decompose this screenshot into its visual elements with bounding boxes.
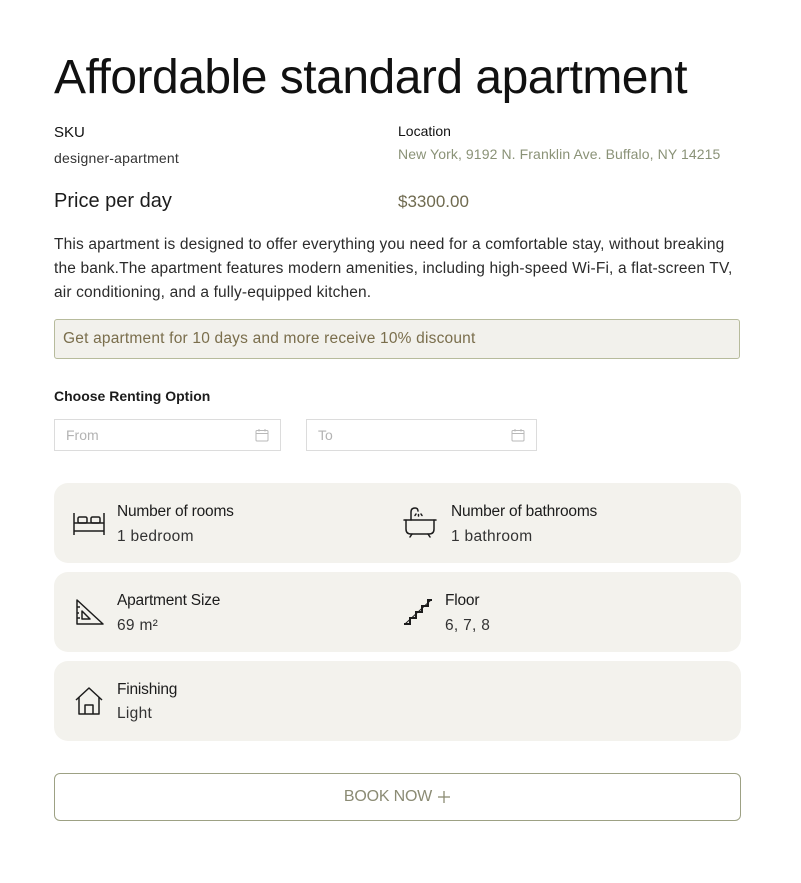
floor-value: 6, 7, 8 <box>445 617 491 634</box>
bed-icon <box>73 513 105 535</box>
renting-option-label: Choose Renting Option <box>54 388 211 404</box>
bathrooms-value: 1 bathroom <box>451 528 533 545</box>
feature-size: Apartment Size 69 m² <box>54 572 394 652</box>
rooms-label: Number of rooms <box>117 503 234 520</box>
price-label: Price per day <box>54 190 172 212</box>
feature-finishing: Finishing Light <box>54 661 394 741</box>
product-description: This apartment is designed to offer ever… <box>54 236 733 301</box>
date-from-field[interactable] <box>54 419 281 451</box>
page-title: Affordable standard apartment <box>54 51 688 104</box>
plus-icon <box>438 791 451 803</box>
date-from-input[interactable] <box>55 420 244 450</box>
features-card-size: Apartment Size 69 m² Floor 6, 7, 8 <box>54 572 741 652</box>
calendar-icon[interactable] <box>255 428 269 442</box>
rooms-value: 1 bedroom <box>117 528 194 545</box>
bathtub-icon <box>403 507 437 538</box>
features-card-finishing: Finishing Light <box>54 661 741 741</box>
date-to-input[interactable] <box>307 420 500 450</box>
calendar-icon[interactable] <box>511 428 525 442</box>
sku-value: designer-apartment <box>54 150 179 166</box>
product-page: Affordable standard apartment SKU design… <box>0 0 801 883</box>
bathrooms-label: Number of bathrooms <box>451 503 598 520</box>
book-now-label: BOOK NOW <box>343 788 433 805</box>
size-value: 69 m² <box>117 617 159 634</box>
finishing-label: Finishing <box>117 681 178 698</box>
location-value: New York, 9192 N. Franklin Ave. Buffalo,… <box>398 146 721 162</box>
size-label: Apartment Size <box>117 592 221 609</box>
features-card-rooms: Number of rooms 1 bedroom Number of bath… <box>54 483 741 563</box>
location-label: Location <box>398 123 451 139</box>
feature-bathrooms: Number of bathrooms 1 bathroom <box>394 483 741 563</box>
discount-banner: Get apartment for 10 days and more recei… <box>54 319 740 359</box>
price-value: $3300.00 <box>398 192 469 211</box>
date-to-field[interactable] <box>306 419 537 451</box>
floor-label: Floor <box>445 592 480 609</box>
house-icon <box>75 687 103 715</box>
feature-rooms: Number of rooms 1 bedroom <box>54 483 394 563</box>
book-now-button[interactable]: BOOK NOW <box>54 773 741 821</box>
sku-label: SKU <box>54 124 85 141</box>
finishing-value: Light <box>117 705 153 722</box>
set-square-icon <box>76 599 104 625</box>
feature-floor: Floor 6, 7, 8 <box>394 572 741 652</box>
stairs-icon <box>404 599 432 625</box>
